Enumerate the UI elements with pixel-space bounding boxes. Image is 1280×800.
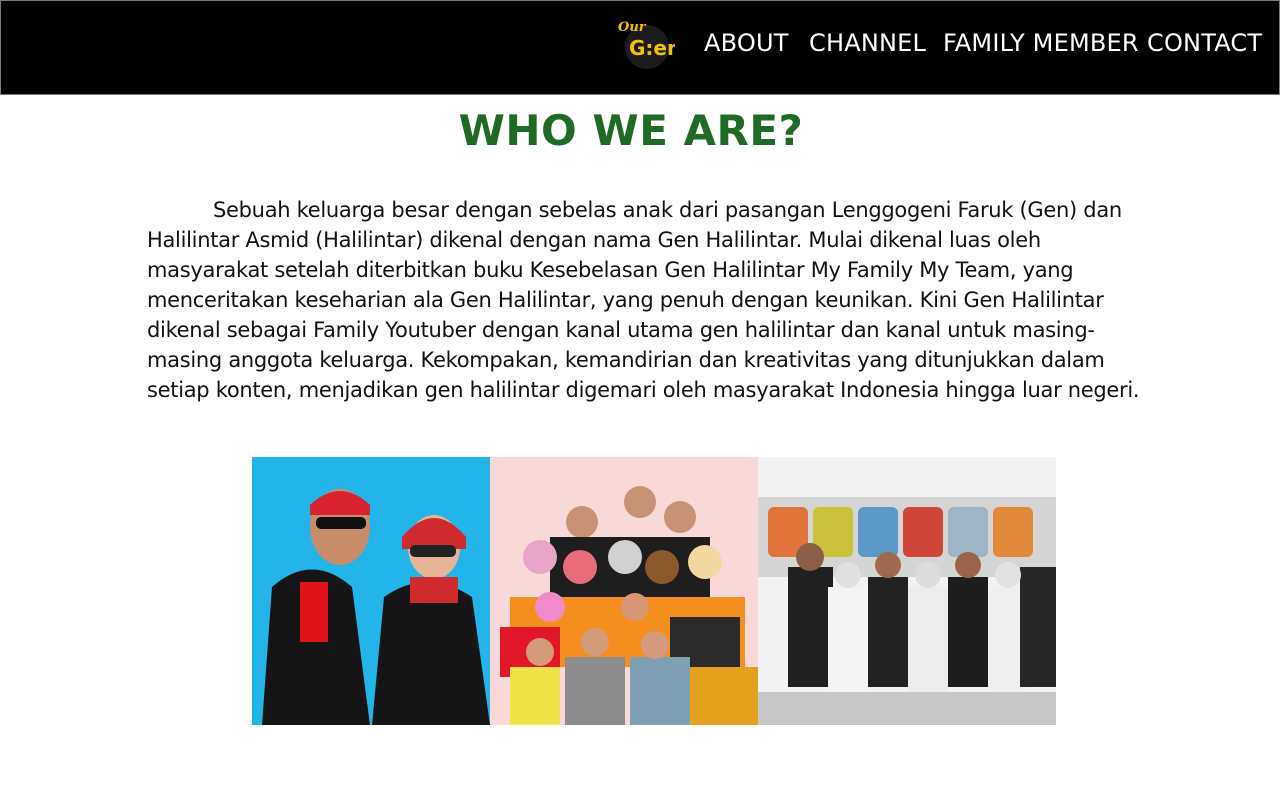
parents-photo [252, 457, 490, 725]
intro-paragraph: Sebuah keluarga besar dengan sebelas ana… [147, 198, 1140, 402]
our-gen-logo[interactable]: Our G:en [615, 15, 681, 71]
nav-family-member-link[interactable]: FAMILY MEMBER [943, 28, 1139, 58]
logo-gen-text: G:en [629, 36, 675, 60]
family-photo-collage [252, 457, 1056, 725]
logo-our-text: Our [618, 20, 647, 35]
page-title: WHO WE ARE? [458, 106, 804, 155]
family-group-photo [490, 457, 758, 725]
navbar: Our G:en ABOUT CHANNEL FAMILY MEMBER CON… [0, 0, 1280, 95]
nav-about-link[interactable]: ABOUT [704, 28, 789, 58]
nav-contact-link[interactable]: CONTACT [1147, 28, 1262, 58]
nav-channel-link[interactable]: CHANNEL [809, 28, 926, 58]
train-station-photo [758, 457, 1056, 725]
